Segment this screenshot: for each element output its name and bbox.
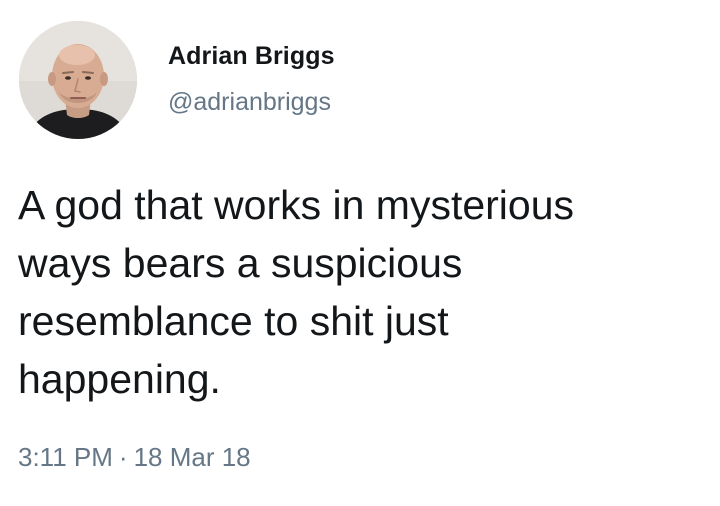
profile-photo-avatar-icon bbox=[19, 21, 137, 139]
tweet-text-line: resemblance to shit just bbox=[18, 298, 449, 344]
avatar[interactable] bbox=[19, 21, 137, 139]
separator-dot: · bbox=[118, 442, 128, 472]
tweet-text-line: A god that works in mysterious bbox=[18, 182, 575, 228]
tweet-text-line: happening. bbox=[18, 356, 221, 402]
tweet-date: 18 Mar 18 bbox=[133, 442, 251, 472]
tweet-text-line: ways bears a suspicious bbox=[18, 240, 463, 286]
tweet-timestamp[interactable]: 3:11 PM · 18 Mar 18 bbox=[18, 442, 251, 473]
tweet-text: A god that works in mysterious ways bear… bbox=[18, 176, 708, 408]
user-handle[interactable]: @adrianbriggs bbox=[168, 88, 331, 117]
tweet-card: Adrian Briggs @adrianbriggs A god that w… bbox=[0, 0, 720, 506]
display-name[interactable]: Adrian Briggs bbox=[168, 42, 335, 71]
tweet-time: 3:11 PM bbox=[18, 442, 113, 472]
